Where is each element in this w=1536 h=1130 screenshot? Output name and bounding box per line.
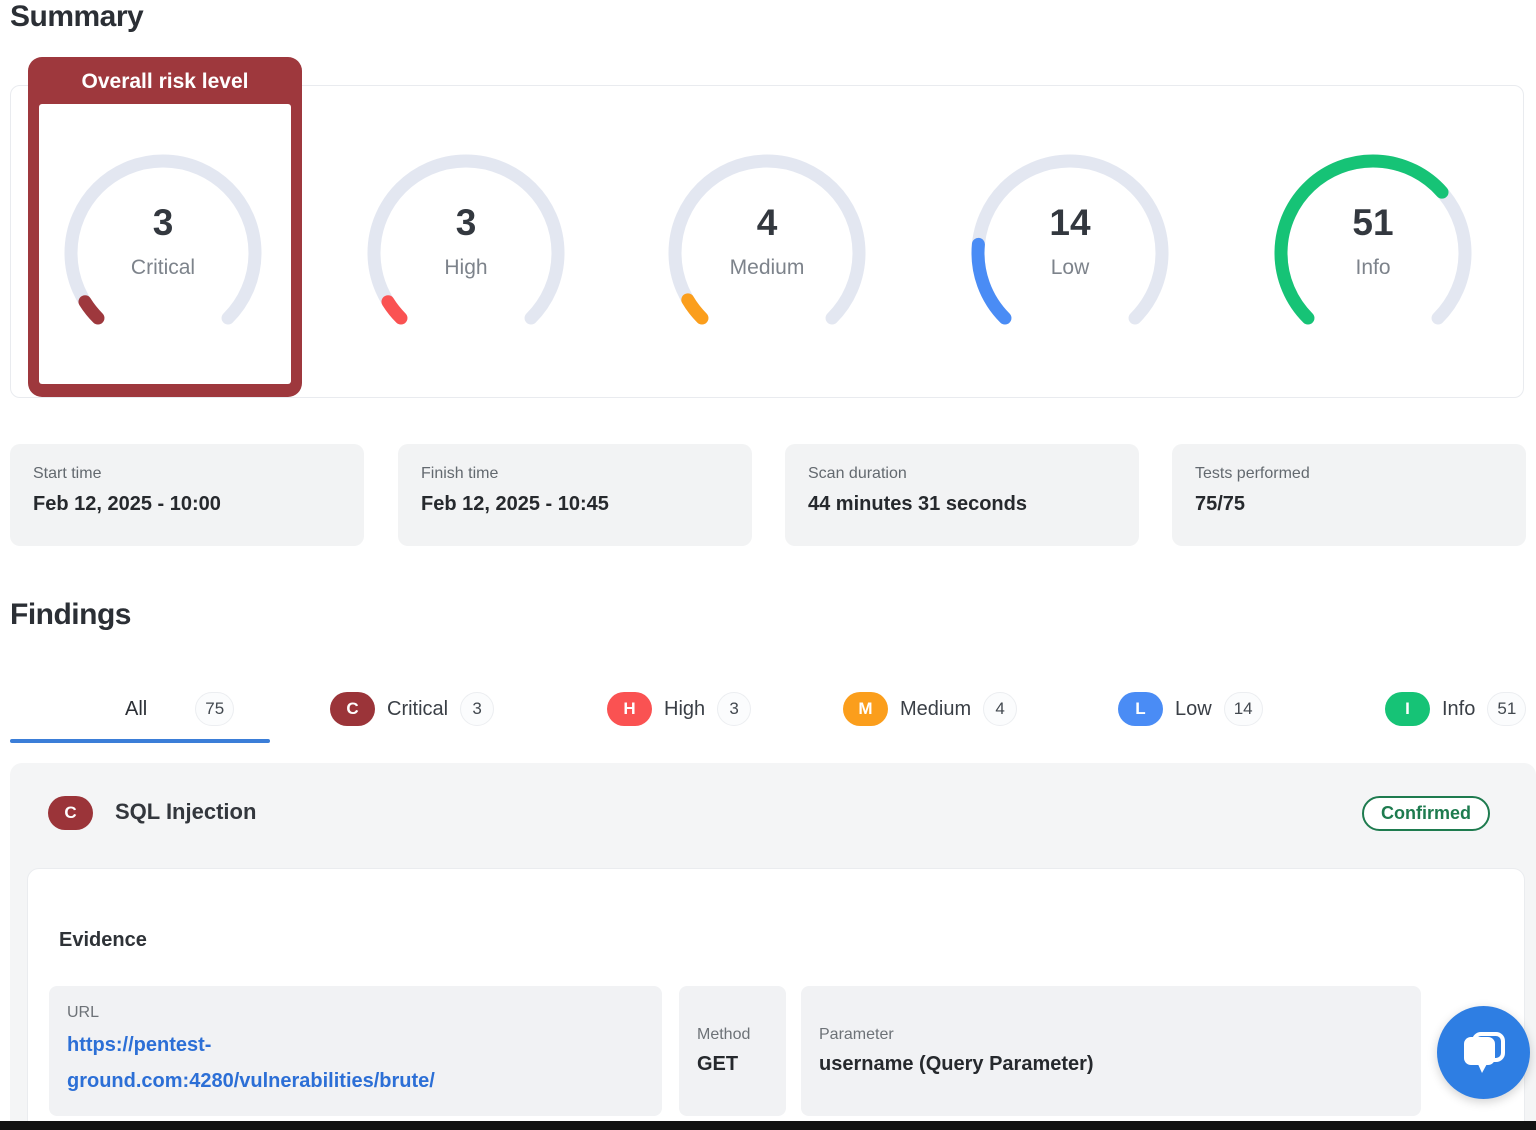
gauge-info-label: Info [1267, 256, 1479, 280]
stat-label: Start time [33, 465, 101, 483]
critical-severity-icon: C [330, 692, 375, 726]
tab-low-label: Low [1175, 698, 1212, 721]
stat-value: Feb 12, 2025 - 10:45 [421, 493, 609, 516]
gauge-critical: 3 Critical [57, 147, 269, 359]
summary-heading: Summary [10, 0, 143, 34]
finding-header[interactable]: C SQL Injection Confirmed [10, 763, 1536, 868]
gauge-info-value: 51 [1267, 202, 1479, 244]
bottom-window-edge [0, 1121, 1536, 1130]
tab-medium[interactable]: M Medium 4 [843, 691, 1017, 727]
chat-bubble-icon [1459, 1028, 1509, 1078]
url-line-2: ground.com:4280/vulnerabilities/brute/ [67, 1063, 644, 1099]
evidence-url-link[interactable]: https://pentest- ground.com:4280/vulnera… [67, 1027, 644, 1099]
evidence-method-box: Method GET [679, 986, 786, 1116]
gauge-info: 51 Info [1267, 147, 1479, 359]
gauge-high: 3 High [360, 147, 572, 359]
stat-tests-performed: Tests performed 75/75 [1172, 444, 1526, 546]
tab-all-label: All [125, 698, 147, 721]
evidence-panel: Evidence URL https://pentest- ground.com… [27, 868, 1525, 1130]
tab-all[interactable]: All 75 [125, 691, 234, 727]
gauge-high-value: 3 [360, 202, 572, 244]
method-label: Method [697, 1026, 768, 1044]
tab-low-count-badge: 14 [1224, 692, 1263, 726]
gauge-critical-label: Critical [57, 256, 269, 280]
gauge-low-label: Low [964, 256, 1176, 280]
stat-label: Finish time [421, 465, 498, 483]
critical-severity-icon: C [48, 796, 93, 830]
gauge-low-value: 14 [964, 202, 1176, 244]
finding-title: SQL Injection [115, 799, 256, 825]
tab-low[interactable]: L Low 14 [1118, 691, 1263, 727]
active-tab-underline [10, 739, 270, 743]
tab-high[interactable]: H High 3 [607, 691, 751, 727]
gauge-medium: 4 Medium [661, 147, 873, 359]
method-value: GET [697, 1053, 768, 1076]
tab-critical-label: Critical [387, 698, 448, 721]
confirmed-status-badge: Confirmed [1362, 796, 1490, 831]
tab-info[interactable]: I Info 51 [1385, 691, 1526, 727]
stat-value: 75/75 [1195, 493, 1245, 516]
tab-medium-count-badge: 4 [983, 692, 1017, 726]
medium-severity-icon: M [843, 692, 888, 726]
url-label: URL [67, 1004, 644, 1022]
finding-card-sql-injection: C SQL Injection Confirmed Evidence URL h… [10, 763, 1536, 1130]
low-severity-icon: L [1118, 692, 1163, 726]
gauge-medium-label: Medium [661, 256, 873, 280]
scan-report-page: Summary Overall risk level 3 Critical 3 … [0, 0, 1536, 1130]
stat-value: Feb 12, 2025 - 10:00 [33, 493, 221, 516]
chat-widget-button[interactable] [1437, 1006, 1530, 1099]
tab-info-label: Info [1442, 698, 1475, 721]
tab-all-count-badge: 75 [195, 692, 234, 726]
findings-heading: Findings [10, 598, 131, 632]
gauge-low: 14 Low [964, 147, 1176, 359]
gauge-critical-value: 3 [57, 202, 269, 244]
stat-start-time: Start time Feb 12, 2025 - 10:00 [10, 444, 364, 546]
info-severity-icon: I [1385, 692, 1430, 726]
tab-high-label: High [664, 698, 705, 721]
stat-value: 44 minutes 31 seconds [808, 493, 1027, 516]
tab-medium-label: Medium [900, 698, 971, 721]
stat-label: Scan duration [808, 465, 907, 483]
evidence-url-box: URL https://pentest- ground.com:4280/vul… [49, 986, 662, 1116]
stat-finish-time: Finish time Feb 12, 2025 - 10:45 [398, 444, 752, 546]
overall-risk-title: Overall risk level [28, 70, 302, 94]
gauge-high-label: High [360, 256, 572, 280]
tab-info-count-badge: 51 [1487, 692, 1526, 726]
parameter-value: username (Query Parameter) [819, 1053, 1403, 1076]
parameter-label: Parameter [819, 1026, 1403, 1044]
url-line-1: https://pentest- [67, 1027, 644, 1063]
evidence-heading: Evidence [59, 929, 147, 952]
evidence-parameter-box: Parameter username (Query Parameter) [801, 986, 1421, 1116]
stat-label: Tests performed [1195, 465, 1310, 483]
high-severity-icon: H [607, 692, 652, 726]
stat-scan-duration: Scan duration 44 minutes 31 seconds [785, 444, 1139, 546]
tab-critical-count-badge: 3 [460, 692, 494, 726]
tab-high-count-badge: 3 [717, 692, 751, 726]
tab-critical[interactable]: C Critical 3 [330, 691, 494, 727]
gauge-medium-value: 4 [661, 202, 873, 244]
